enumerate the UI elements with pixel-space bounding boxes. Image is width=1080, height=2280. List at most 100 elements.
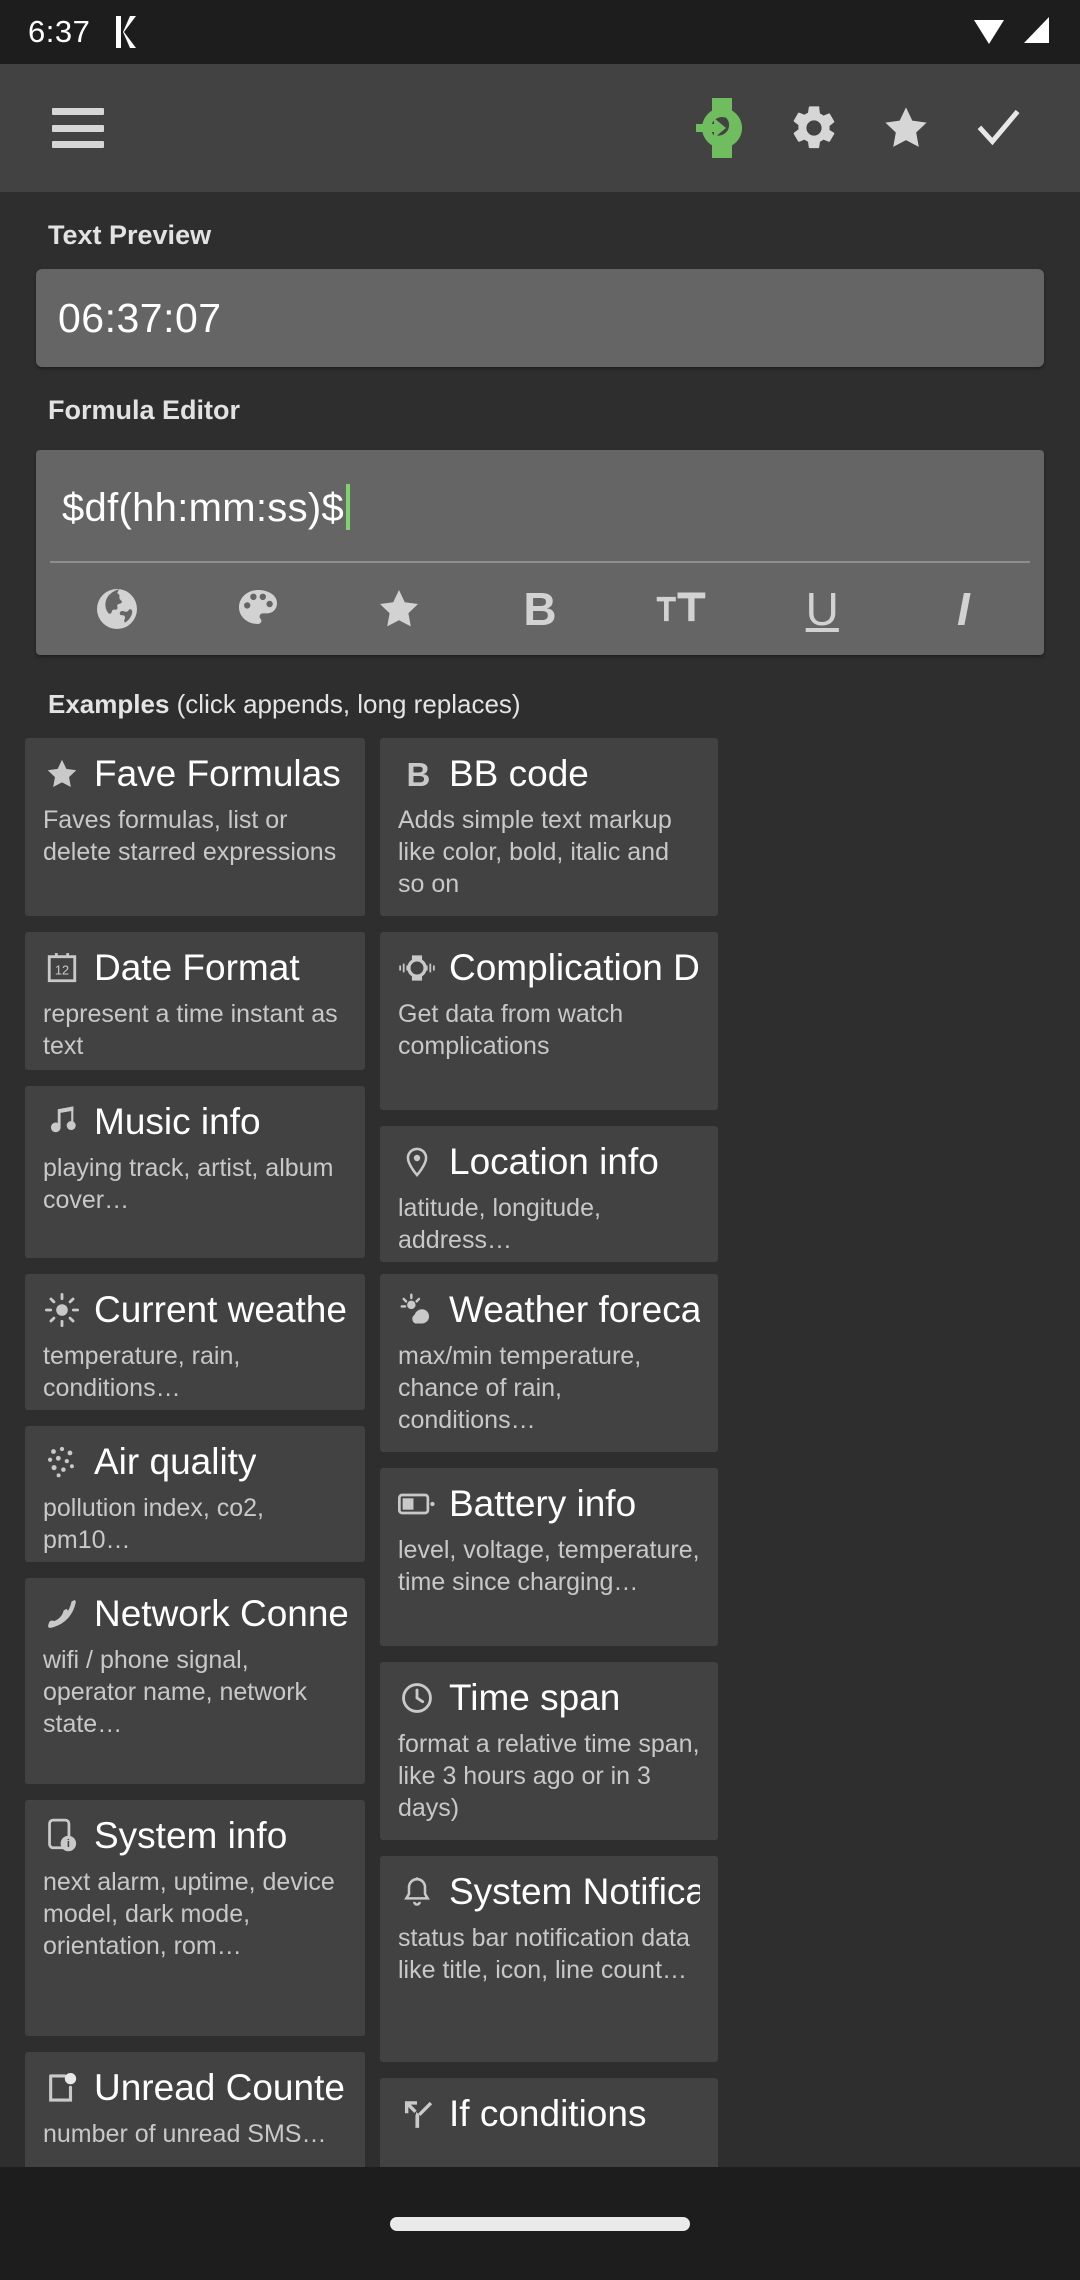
formula-editor-toolbar: B U I <box>36 563 1044 655</box>
battery-icon <box>398 1485 436 1523</box>
app-bar <box>0 64 1080 192</box>
example-card-description: max/min temperature, chance of rain, con… <box>398 1341 642 1434</box>
status-bar-clock: 6:37 <box>28 14 91 49</box>
example-card-title: Fave Formulas <box>94 754 341 794</box>
example-card-title-row: Weather forecast <box>398 1290 700 1330</box>
example-card-title: System Notifica.. <box>449 1872 700 1912</box>
example-card-description: playing track, artist, album cover… <box>43 1153 334 1214</box>
text-caret <box>346 484 351 530</box>
example-card[interactable]: If conditions <box>380 2078 718 2167</box>
bell-icon <box>398 1873 436 1911</box>
home-gesture-pill[interactable] <box>390 2216 690 2231</box>
status-bar-indicators <box>972 14 1052 51</box>
example-card[interactable]: System Notifica.. status bar notification… <box>380 1856 718 2062</box>
star-icon[interactable] <box>328 585 469 633</box>
example-card-description: format a relative time span, like 3 hour… <box>398 1729 700 1822</box>
example-card[interactable]: Fave Formulas Faves formulas, list or del… <box>25 738 365 916</box>
italic-icon[interactable]: I <box>893 586 1034 632</box>
example-card-title-row: Location info <box>398 1142 700 1182</box>
calendar-icon: 12 <box>43 949 81 987</box>
watch-complication-icon <box>398 949 436 987</box>
example-card-title-row: System Notifica.. <box>398 1872 700 1912</box>
example-card-description: level, voltage, temperature, time since … <box>398 1535 700 1596</box>
example-card[interactable]: Location info latitude, longitude, addres… <box>380 1126 718 1262</box>
example-card[interactable]: Current weather temperature, rain, condit… <box>25 1274 365 1410</box>
example-card[interactable]: Unread Counters number of unread SMS… <box>25 2052 365 2167</box>
bold-b-icon: B <box>398 755 436 793</box>
example-card[interactable]: Air quality pollution index, co2, pm10… <box>25 1426 365 1562</box>
watch-connect-button[interactable] <box>676 78 768 178</box>
formula-input[interactable]: $df(hh:mm:ss)$ <box>36 450 1044 561</box>
formula-editor-card: $df(hh:mm:ss)$ B U I <box>36 450 1044 655</box>
example-card-title: System info <box>94 1816 288 1856</box>
example-card-title: Date Format <box>94 948 300 988</box>
example-card[interactable]: Weather forecast max/min temperature, cha… <box>380 1274 718 1452</box>
example-card-description: status bar notification data like title,… <box>398 1923 690 1984</box>
menu-icon[interactable] <box>52 108 104 148</box>
star-icon <box>43 755 81 793</box>
examples-header: Examples (click appends, long replaces) <box>48 689 1080 720</box>
text-preview-label: Text Preview <box>48 220 212 250</box>
if-branch-icon <box>398 2095 436 2133</box>
example-card-title: Battery info <box>449 1484 637 1524</box>
underline-icon[interactable]: U <box>752 586 893 632</box>
example-card[interactable]: 12 Date Format represent a time instant as… <box>25 932 365 1070</box>
example-card-description: wifi / phone signal, operator name, netw… <box>43 1645 308 1738</box>
example-card-title: Current weather <box>94 1290 347 1330</box>
example-card-title: BB code <box>449 754 589 794</box>
bold-glyph: B <box>523 583 557 635</box>
examples-hint: (click appends, long replaces) <box>176 689 521 719</box>
example-card[interactable]: Network Conne.. wifi / phone signal, oper… <box>25 1578 365 1784</box>
example-card-description: pollution index, co2, pm10… <box>43 1493 264 1554</box>
example-card[interactable]: Music info playing track, artist, album c… <box>25 1086 365 1258</box>
example-card-title: Time span <box>449 1678 621 1718</box>
example-card-title: Weather forecast <box>449 1290 700 1330</box>
air-quality-icon <box>43 1443 81 1481</box>
app-bar-actions <box>676 78 1080 178</box>
main-scroll-area[interactable]: Text Preview 06:37:07 Formula Editor $df… <box>0 192 1080 2167</box>
cloud-sun-icon <box>398 1291 436 1329</box>
example-card-description: Faves formulas, list or delete starred e… <box>43 805 337 866</box>
bold-icon[interactable]: B <box>469 586 610 632</box>
example-card-title-row: Time span <box>398 1678 700 1718</box>
settings-button[interactable] <box>768 78 860 178</box>
text-size-icon[interactable] <box>611 585 752 633</box>
unread-counter-icon <box>43 2069 81 2107</box>
italic-glyph: I <box>957 583 970 635</box>
music-note-icon <box>43 1103 81 1141</box>
example-card-title: Complication D.. <box>449 948 700 988</box>
example-card[interactable]: i System info next alarm, uptime, device m… <box>25 1800 365 2036</box>
k-app-icon <box>114 15 140 49</box>
example-card[interactable]: Complication D.. Get data from watch comp… <box>380 932 718 1110</box>
palette-icon[interactable] <box>187 585 328 633</box>
example-card-description: temperature, rain, conditions… <box>43 1341 241 1402</box>
example-card-title-row: Battery info <box>398 1484 700 1524</box>
example-card-description: Adds simple text markup like color, bold… <box>398 805 672 898</box>
formula-editor-label: Formula Editor <box>48 395 241 425</box>
cell-signal-icon <box>1018 14 1052 51</box>
example-card[interactable]: Battery info level, voltage, temperature,… <box>380 1468 718 1646</box>
favorite-button[interactable] <box>860 78 952 178</box>
example-card-title-row: B BB code <box>398 754 700 794</box>
network-signal-icon <box>43 1595 81 1633</box>
svg-text:B: B <box>407 756 431 792</box>
example-card-description: number of unread SMS… <box>43 2119 327 2148</box>
example-card-title-row: Music info <box>43 1102 347 1142</box>
example-card-description: next alarm, uptime, device model, dark m… <box>43 1867 335 1960</box>
example-card-title: Unread Counters <box>94 2068 347 2108</box>
example-card-description: latitude, longitude, address… <box>398 1193 601 1254</box>
formula-input-value: $df(hh:mm:ss)$ <box>62 486 345 530</box>
example-card[interactable]: Time span format a relative time span, li… <box>380 1662 718 1840</box>
example-card-title-row: Fave Formulas <box>43 754 347 794</box>
example-card-title: Location info <box>449 1142 659 1182</box>
example-card-title-row: i System info <box>43 1816 347 1856</box>
example-card-title-row: Air quality <box>43 1442 347 1482</box>
wifi-icon <box>972 14 1006 51</box>
globe-icon[interactable] <box>46 585 187 633</box>
examples-card-grid: Fave Formulas Faves formulas, list or del… <box>0 738 1080 2167</box>
example-card-title-row: Unread Counters <box>43 2068 347 2108</box>
example-card[interactable]: B BB code Adds simple text markup like col… <box>380 738 718 916</box>
status-bar: 6:37 <box>0 0 1080 64</box>
example-card-title-row: Complication D.. <box>398 948 700 988</box>
confirm-button[interactable] <box>952 78 1044 178</box>
